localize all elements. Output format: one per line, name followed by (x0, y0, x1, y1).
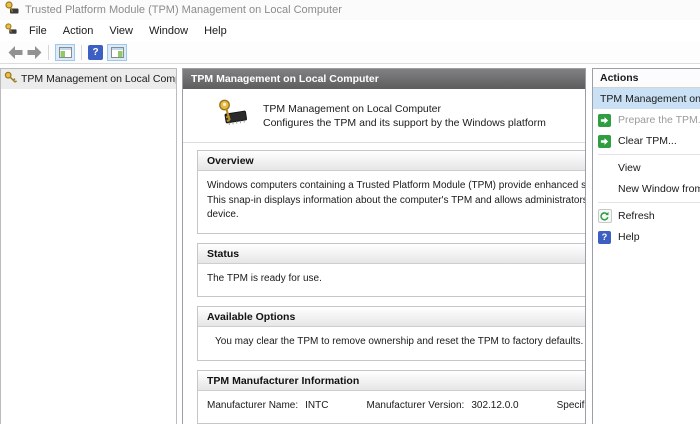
intro-subtitle: Configures the TPM and its support by th… (263, 116, 546, 129)
tpm-app-icon (5, 0, 19, 20)
menu-action[interactable]: Action (55, 22, 102, 40)
mmc-window: Trusted Platform Module (TPM) Management… (0, 0, 700, 424)
action-new-window-label: New Window from (618, 183, 700, 195)
manufacturer-section-title: TPM Manufacturer Information (198, 370, 585, 391)
menu-window[interactable]: Window (141, 22, 196, 40)
overview-text-line: device. (207, 209, 239, 220)
console-tree-pane: TPM Management on Local Comp (0, 68, 177, 424)
action-pane-icon (110, 47, 124, 58)
menu-view[interactable]: View (101, 22, 141, 40)
action-prepare-tpm[interactable]: Prepare the TPM... (593, 110, 700, 130)
manufacturer-name-label: Manufacturer Name: (207, 399, 299, 411)
overview-text-line: This snap-in displays information about … (207, 194, 586, 206)
tree-item-tpm-management[interactable]: TPM Management on Local Comp (1, 69, 176, 89)
action-refresh-label: Refresh (618, 210, 655, 222)
show-action-pane-button[interactable] (107, 44, 127, 61)
toolbar-separator (81, 45, 82, 60)
help-icon: ? (598, 230, 611, 244)
forward-button[interactable] (27, 46, 42, 59)
clear-tpm-icon (598, 134, 611, 148)
specification-version-label: Specification (556, 399, 585, 411)
back-button[interactable] (8, 46, 23, 59)
intro-block: TPM Management on Local Computer Configu… (183, 89, 585, 143)
action-view[interactable]: View (593, 158, 700, 178)
actions-pane: Actions TPM Management on Prepare the TP… (592, 68, 700, 424)
menu-bar: File Action View Window Help (0, 20, 700, 42)
refresh-icon (597, 209, 612, 223)
action-clear-tpm[interactable]: Clear TPM... (593, 131, 700, 151)
overview-section-title: Overview (198, 151, 585, 171)
title-bar: Trusted Platform Module (TPM) Management… (0, 0, 700, 20)
results-pane: TPM Management on Local Computer TPM Man… (182, 68, 586, 424)
help-icon: ? (92, 47, 99, 58)
intro-title: TPM Management on Local Computer (263, 102, 442, 115)
action-help-label: Help (618, 231, 640, 243)
available-options-text: You may clear the TPM to remove ownershi… (215, 336, 584, 347)
status-section: Status The TPM is ready for use. (197, 242, 585, 297)
action-prepare-tpm-label: Prepare the TPM... (618, 114, 700, 126)
available-options-title: Available Options (198, 307, 585, 327)
status-section-title: Status (198, 243, 585, 264)
status-text: The TPM is ready for use. (207, 272, 322, 284)
manufacturer-name-value: INTC (305, 399, 329, 411)
back-icon (8, 46, 23, 59)
manufacturer-version-value: 302.12.0.0 (471, 399, 519, 411)
forward-icon (27, 46, 42, 59)
overview-section: Overview Windows computers containing a … (197, 150, 586, 234)
console-tree-icon (58, 47, 72, 58)
results-pane-header: TPM Management on Local Computer (183, 69, 585, 89)
available-options-section: Available Options You may clear the TPM … (197, 306, 585, 361)
actions-separator (598, 202, 700, 203)
tpm-large-icon (217, 98, 249, 133)
menu-help[interactable]: Help (196, 22, 235, 40)
toolbar: ? (0, 42, 700, 64)
action-help[interactable]: ? Help (593, 227, 700, 247)
menu-file[interactable]: File (21, 22, 55, 40)
action-view-label: View (618, 162, 641, 174)
prepare-tpm-icon (598, 113, 611, 127)
manufacturer-version-label: Manufacturer Version: (366, 399, 465, 411)
help-button[interactable]: ? (88, 45, 103, 60)
actions-pane-title: Actions (593, 69, 700, 88)
tree-item-label: TPM Management on Local Comp (21, 73, 176, 85)
overview-text-line: Windows computers containing a Trusted P… (207, 180, 586, 191)
child-window-icon (5, 22, 17, 40)
action-new-window[interactable]: New Window from (593, 179, 700, 199)
actions-group-tpm-management[interactable]: TPM Management on (593, 88, 700, 109)
action-refresh[interactable]: Refresh (593, 206, 700, 226)
show-console-tree-button[interactable] (55, 44, 75, 61)
window-title: Trusted Platform Module (TPM) Management… (25, 4, 342, 16)
action-clear-tpm-label: Clear TPM... (618, 135, 677, 147)
actions-group-label: TPM Management on (600, 92, 700, 105)
toolbar-separator (48, 45, 49, 60)
actions-separator (598, 154, 700, 155)
manufacturer-section: TPM Manufacturer Information Manufacture… (197, 369, 585, 424)
tpm-key-icon (4, 71, 18, 87)
